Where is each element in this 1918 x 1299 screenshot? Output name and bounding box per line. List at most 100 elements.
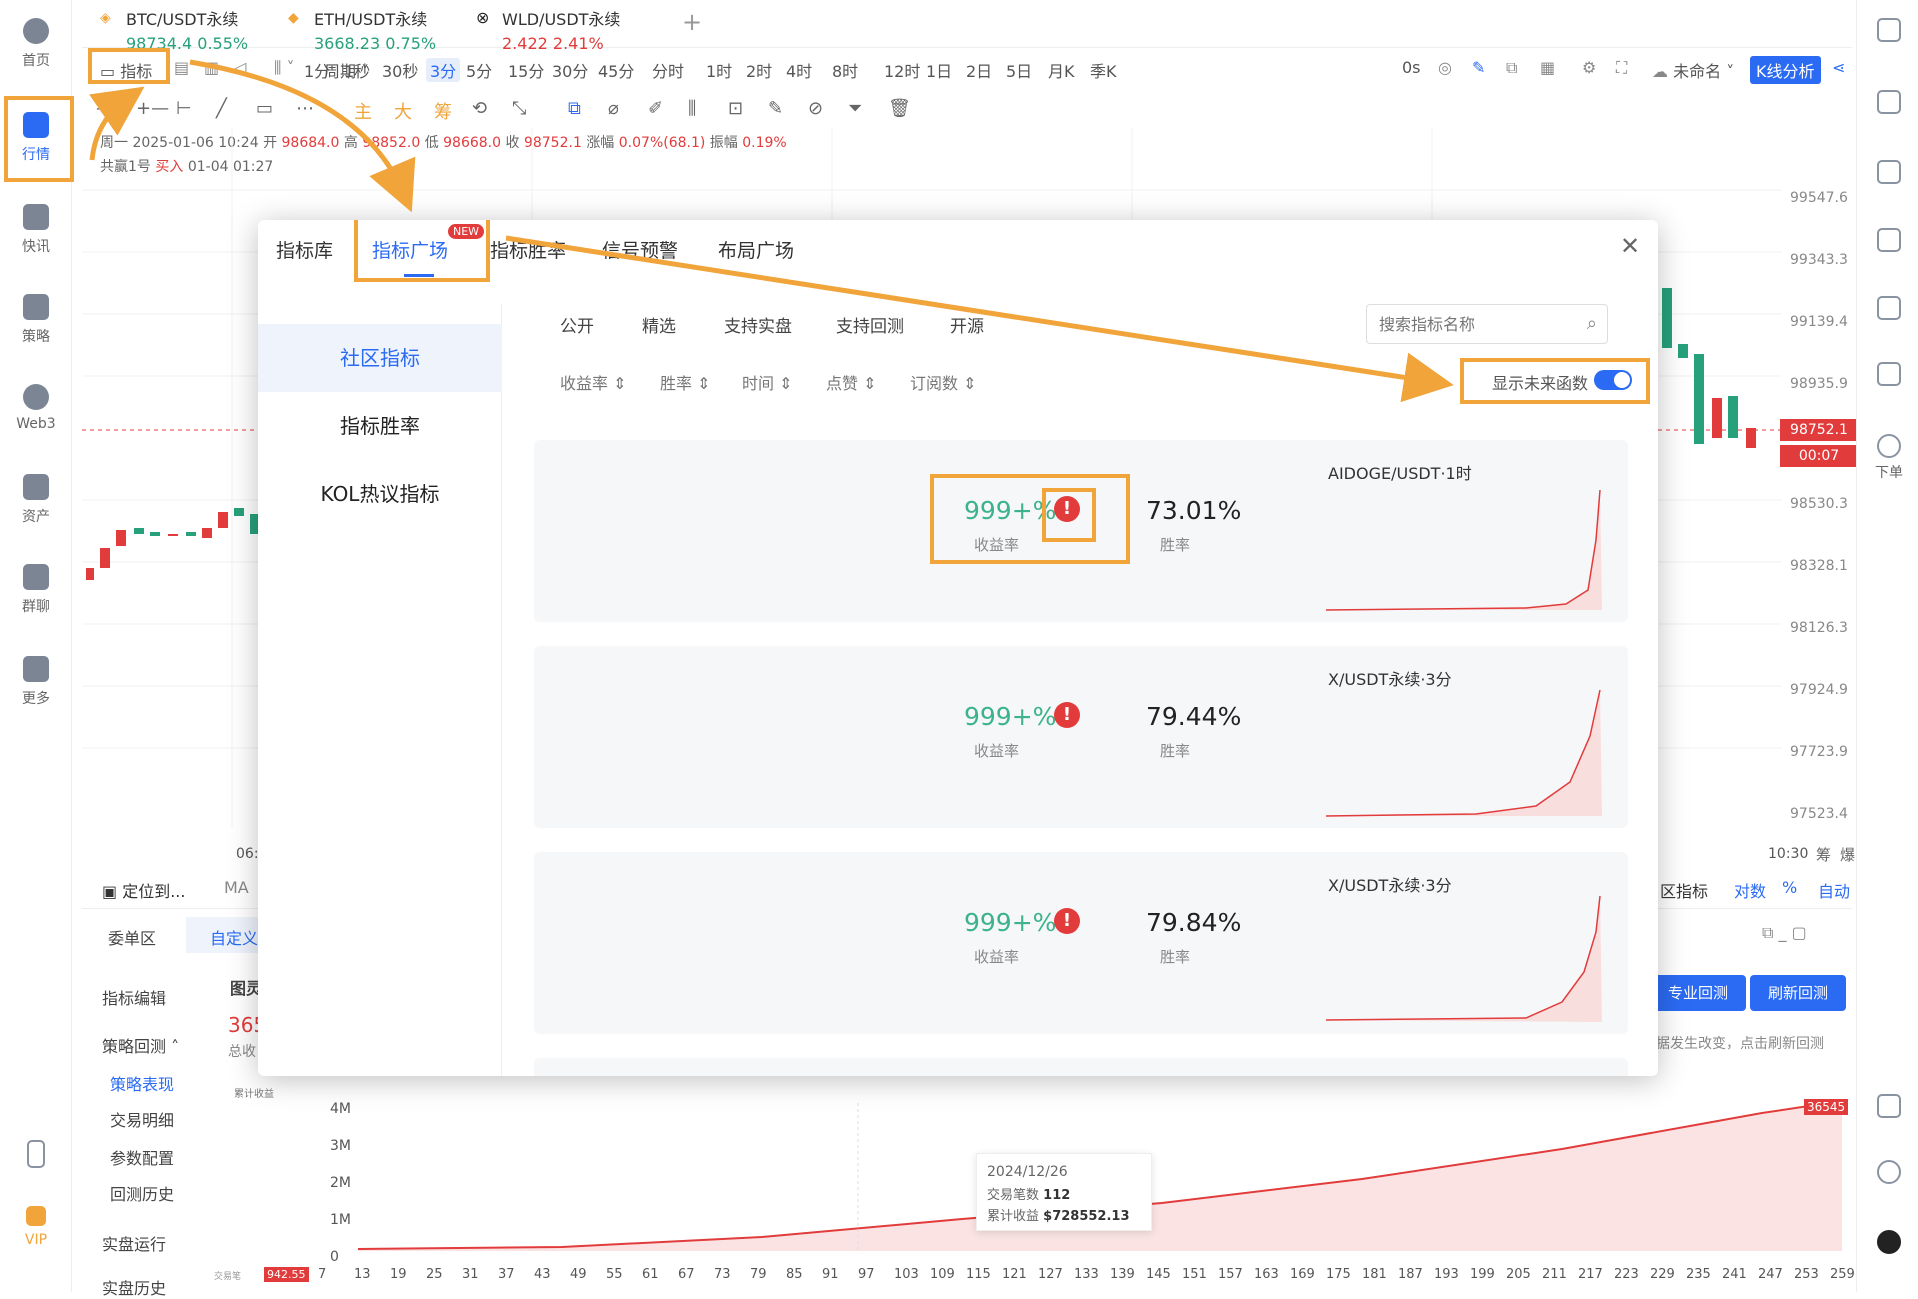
filter-live[interactable]: 支持实盘 [724, 312, 792, 337]
brush-tool-icon[interactable]: ✐ [648, 98, 663, 119]
liquidation-axis-button[interactable]: 爆 [1840, 844, 1855, 865]
community-indicator-label[interactable]: 区指标 [1660, 878, 1708, 902]
tab-orders[interactable]: 委单区 [108, 925, 156, 949]
settings-sliders-icon[interactable] [1877, 18, 1901, 42]
filter-public[interactable]: 公开 [560, 312, 594, 337]
strategy-performance-item[interactable]: 策略表现 [110, 1071, 174, 1095]
interval-18[interactable]: 季K [1090, 58, 1117, 82]
nav-more[interactable]: 更多 [0, 656, 72, 708]
nav-home[interactable]: 首页 [0, 18, 72, 70]
log-scale-button[interactable]: 对数 [1734, 878, 1766, 902]
sort-return[interactable]: 收益率 ⇕ [560, 370, 627, 394]
headset-icon[interactable] [1877, 1160, 1901, 1184]
nav-web3[interactable]: Web3 [0, 384, 72, 432]
interval-9[interactable]: 1时 [706, 58, 732, 82]
tab-signal-alert[interactable]: 信号预警 [602, 236, 678, 263]
nav-vip[interactable]: VIP [0, 1206, 72, 1248]
segment-tool-icon[interactable]: ⊢ [176, 98, 192, 119]
indicator-card[interactable] [534, 1058, 1628, 1076]
indicator-card[interactable]: 999+% 收益率 ! 79.44% 胜率 X/USDT永续·3分 [534, 646, 1628, 828]
candle-tool-icon[interactable]: ⫼ [688, 98, 696, 119]
measure-tool-icon[interactable]: ⤡ [512, 98, 526, 119]
tab-eth[interactable]: ◆ ETH/USDT永续 3668.23 0.75% [288, 6, 436, 53]
tab-indicator-library[interactable]: 指标库 [276, 236, 333, 263]
interval-6[interactable]: 30分 [552, 58, 588, 82]
calculator-icon[interactable]: ▦ [1540, 58, 1555, 77]
interval-15[interactable]: 2日 [966, 58, 992, 82]
nav-chat[interactable]: 群聊 [0, 564, 72, 616]
nav-news[interactable]: 快讯 [0, 204, 72, 256]
sort-time[interactable]: 时间 ⇕ [742, 370, 793, 394]
layout-panel-icon[interactable] [1877, 1094, 1901, 1118]
tab-wld[interactable]: ⊗ WLD/USDT永续 2.422 2.41% [476, 6, 620, 53]
etf-icon[interactable] [1877, 362, 1901, 386]
interval-1[interactable]: 1秒 [344, 58, 370, 82]
side-kol-indicators[interactable]: KOL热议指标 [258, 460, 502, 528]
interval-2[interactable]: 30秒 [382, 58, 418, 82]
interval-3[interactable]: 3分 [426, 58, 461, 82]
trade-details-item[interactable]: 交易明细 [110, 1107, 174, 1131]
side-community-indicators[interactable]: 社区指标 [258, 324, 502, 392]
popout-icon[interactable]: ⧉ _ ▢ [1762, 923, 1807, 943]
filter-opensource[interactable]: 开源 [950, 312, 984, 337]
interval-16[interactable]: 5日 [1006, 58, 1032, 82]
camera-icon[interactable]: ◎ [1438, 58, 1452, 77]
interval-5[interactable]: 15分 [508, 58, 544, 82]
add-tab-icon[interactable]: + [682, 8, 702, 36]
warning-icon[interactable]: ! [1054, 702, 1080, 728]
tab-layout-plaza[interactable]: 布局广场 [718, 236, 794, 263]
backtest-group[interactable]: 策略回测 ˄ [102, 1033, 179, 1057]
pen-icon[interactable]: ✎ [1472, 58, 1485, 77]
interval-12[interactable]: 8时 [832, 58, 858, 82]
indicator-edit-item[interactable]: 指标编辑 [102, 985, 166, 1009]
order-icon[interactable] [1877, 434, 1901, 458]
live-history-item[interactable]: 实盘历史 [102, 1275, 166, 1299]
interval-7[interactable]: 45分 [598, 58, 634, 82]
cross-line-tool-icon[interactable]: +— [136, 98, 169, 119]
chart-box-icon[interactable] [1877, 296, 1901, 320]
interval-11[interactable]: 4时 [786, 58, 812, 82]
search-box[interactable]: ⌕ [1366, 304, 1608, 344]
interval-13[interactable]: 12时 [884, 58, 920, 82]
cycle-tool-icon[interactable]: ⟲ [472, 98, 487, 119]
percent-scale-button[interactable]: % [1782, 878, 1797, 897]
share-screen-icon[interactable]: ⧉ [1506, 58, 1517, 78]
close-icon[interactable]: ✕ [1620, 232, 1640, 260]
sort-subs[interactable]: 订阅数 ⇕ [910, 370, 977, 394]
ma-label[interactable]: MA [224, 878, 249, 897]
copy-tool-icon[interactable]: ⧉ [568, 98, 581, 119]
tab-win-rate[interactable]: 指标胜率 [490, 236, 566, 263]
robot-avatar-icon[interactable] [1877, 1230, 1901, 1254]
magnet-tool-icon[interactable]: ⊘ [808, 98, 823, 119]
more-tools-icon[interactable]: ⋯ [296, 98, 314, 119]
chip-axis-button[interactable]: 筹 [1816, 844, 1831, 865]
sort-winrate[interactable]: 胜率 ⇕ [660, 370, 711, 394]
pro-backtest-button[interactable]: 专业回测 [1650, 975, 1746, 1011]
locate-button[interactable]: ▣ 定位到... [102, 878, 185, 902]
rect-tool-icon[interactable]: ▭ [256, 98, 273, 119]
mobile-icon[interactable] [0, 1140, 72, 1174]
interval-10[interactable]: 2时 [746, 58, 772, 82]
trend-line-tool-icon[interactable]: ╱ [216, 98, 227, 119]
param-config-item[interactable]: 参数配置 [110, 1145, 174, 1169]
auto-scale-button[interactable]: 自动 [1818, 878, 1850, 902]
sort-likes[interactable]: 点赞 ⇕ [826, 370, 877, 394]
trend-icon[interactable] [1877, 228, 1901, 252]
tab-btc[interactable]: ◈ BTC/USDT永续 98734.4 0.55% [100, 6, 248, 53]
layout-icon[interactable]: ▥ [204, 58, 219, 77]
document-icon[interactable] [1877, 90, 1901, 114]
refresh-backtest-button[interactable]: 刷新回测 [1750, 975, 1846, 1011]
interval-0[interactable]: 1分 [304, 58, 330, 82]
main-indicator-button[interactable]: 主 [354, 98, 372, 124]
trash-icon[interactable]: 🗑 [888, 98, 911, 119]
live-run-item[interactable]: 实盘运行 [102, 1231, 166, 1255]
note-tool-icon[interactable]: ✎ [768, 98, 783, 119]
calendar-icon[interactable]: ▤ [174, 58, 189, 77]
nav-assets[interactable]: 资产 [0, 474, 72, 526]
side-win-rate[interactable]: 指标胜率 [258, 392, 502, 460]
lock-tool-icon[interactable]: ⊡ [728, 98, 743, 119]
large-order-button[interactable]: 大 [394, 98, 412, 124]
settings-icon[interactable]: ⚙ [1582, 58, 1596, 77]
interval-17[interactable]: 月K [1048, 58, 1075, 82]
kline-analysis-button[interactable]: K线分析 [1750, 56, 1821, 84]
